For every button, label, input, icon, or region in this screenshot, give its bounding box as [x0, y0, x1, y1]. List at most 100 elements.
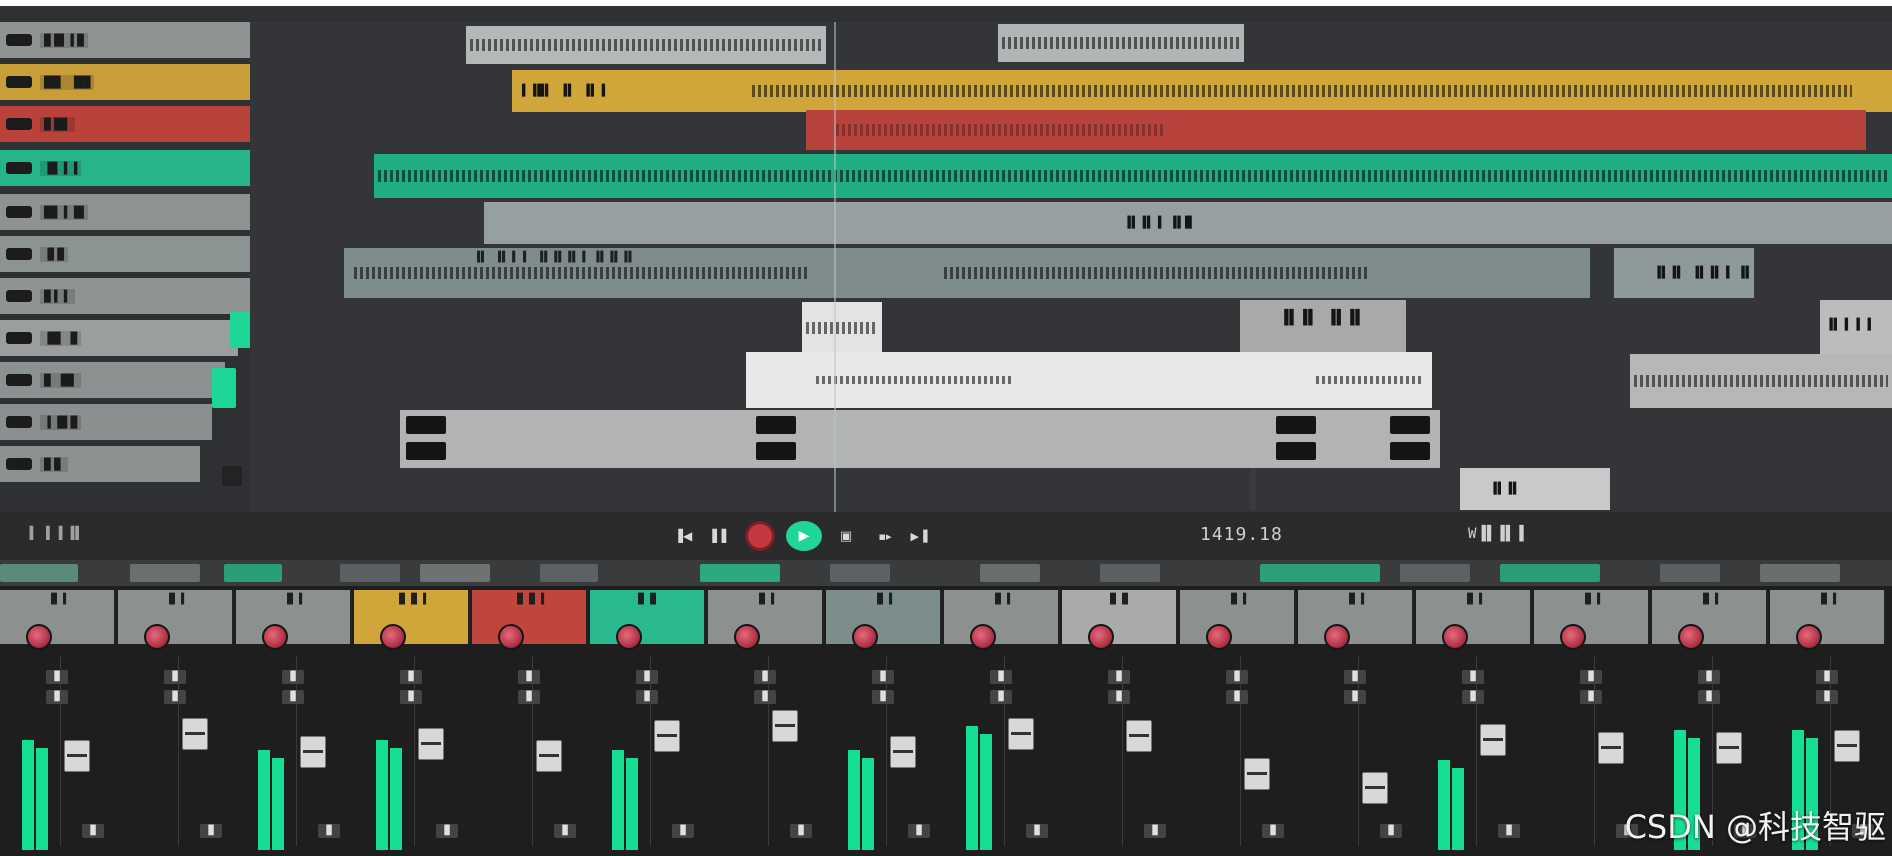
send-slot[interactable]	[1660, 564, 1720, 582]
track-row[interactable]: ██ ▌▐█	[0, 194, 270, 230]
volume-fader[interactable]	[1598, 732, 1624, 764]
volume-fader[interactable]	[890, 736, 916, 768]
channel-bottom-button[interactable]: ▐▌	[1262, 824, 1284, 838]
channel-strip-header[interactable]: ▐▌▐	[1534, 590, 1650, 644]
channel-strip-header[interactable]: ▐▌▐▌	[1062, 590, 1178, 644]
track-row[interactable]: ▐ █▌█	[0, 404, 212, 440]
channel-button[interactable]: ▐▌	[872, 670, 894, 684]
channel-bottom-button[interactable]: ▐▌	[82, 824, 104, 838]
channel-button[interactable]: ▐▌	[1226, 670, 1248, 684]
clip[interactable]	[746, 352, 1432, 408]
track-row[interactable]: ▐█ ▌▐	[0, 150, 285, 186]
pan-knob[interactable]	[262, 624, 288, 650]
channel-button[interactable]: ▐▌	[518, 670, 540, 684]
pan-knob[interactable]	[1678, 624, 1704, 650]
pan-knob[interactable]	[970, 624, 996, 650]
pan-knob[interactable]	[734, 624, 760, 650]
send-slot[interactable]	[1260, 564, 1380, 582]
pan-knob[interactable]	[26, 624, 52, 650]
send-slot[interactable]	[1400, 564, 1470, 582]
clip[interactable]	[806, 110, 1866, 150]
channel-strip-header[interactable]: ▐▌▐	[708, 590, 824, 644]
channel-button[interactable]: ▐▌	[990, 690, 1012, 704]
channel-strip-header[interactable]: ▐▌▐	[944, 590, 1060, 644]
send-slot[interactable]	[1100, 564, 1160, 582]
channel-bottom-button[interactable]: ▐▌	[672, 824, 694, 838]
clip[interactable]: ▐▌▐▌▐ ▐▌█	[484, 202, 1892, 244]
channel-button[interactable]: ▐▌	[1580, 670, 1602, 684]
volume-fader[interactable]	[300, 736, 326, 768]
clip[interactable]: ▐▌▐▌▐▌▐	[1250, 468, 1256, 510]
volume-fader[interactable]	[1126, 720, 1152, 752]
channel-bottom-button[interactable]: ▐▌	[436, 824, 458, 838]
channel-button[interactable]: ▐▌	[636, 670, 658, 684]
clip[interactable]: ▐▌▐▌	[1460, 468, 1610, 510]
channel-bottom-button[interactable]: ▐▌	[790, 824, 812, 838]
volume-fader[interactable]	[1480, 724, 1506, 756]
channel-button[interactable]: ▐▌	[400, 690, 422, 704]
clip[interactable]: ▐▌▐▌ ▐▌▐▌▐ ▐▌▐	[1614, 248, 1754, 298]
send-slot[interactable]	[420, 564, 490, 582]
channel-button[interactable]: ▐▌	[1462, 690, 1484, 704]
pan-knob[interactable]	[852, 624, 878, 650]
channel-button[interactable]: ▐▌	[1108, 690, 1130, 704]
channel-strip-header[interactable]: ▐▌▐▌	[590, 590, 706, 644]
rewind-button[interactable]: ▐◀	[674, 524, 692, 548]
channel-button[interactable]: ▐▌	[1226, 690, 1248, 704]
channel-bottom-button[interactable]: ▐▌	[200, 824, 222, 838]
channel-button[interactable]: ▐▌	[1344, 670, 1366, 684]
pan-knob[interactable]	[1560, 624, 1586, 650]
clip[interactable]	[374, 154, 1892, 198]
channel-button[interactable]: ▐▌	[46, 670, 68, 684]
channel-button[interactable]: ▐▌	[1580, 690, 1602, 704]
channel-strip-header[interactable]: ▐▌▐	[0, 590, 116, 644]
volume-fader[interactable]	[1834, 730, 1860, 762]
channel-button[interactable]: ▐▌	[1344, 690, 1366, 704]
clip[interactable]: ▐▌▐▌ ▐▌▐▌	[1240, 300, 1406, 354]
channel-strip-header[interactable]: ▐▌▐▌▐	[472, 590, 588, 644]
send-slot[interactable]	[1760, 564, 1840, 582]
channel-strip-header[interactable]: ▐▌▐	[118, 590, 234, 644]
channel-button[interactable]: ▐▌	[1462, 670, 1484, 684]
send-slot[interactable]	[0, 564, 78, 582]
track-record-led[interactable]	[212, 368, 236, 408]
channel-button[interactable]: ▐▌	[518, 690, 540, 704]
send-slot[interactable]	[700, 564, 780, 582]
volume-fader[interactable]	[64, 740, 90, 772]
pan-knob[interactable]	[1796, 624, 1822, 650]
channel-button[interactable]: ▐▌	[1816, 670, 1838, 684]
volume-fader[interactable]	[1362, 772, 1388, 804]
channel-button[interactable]: ▐▌	[636, 690, 658, 704]
send-slot[interactable]	[130, 564, 200, 582]
track-row[interactable]: █ ▐█▌	[0, 362, 225, 398]
clip[interactable]: ▐▌ ▐▌▐ ▌ ▐▌▐▌▐▌▐ ▐▌▐▌▐▌	[344, 248, 1590, 298]
volume-fader[interactable]	[1008, 718, 1034, 750]
channel-bottom-button[interactable]: ▐▌	[318, 824, 340, 838]
channel-strip-header[interactable]: ▐▌▐	[1770, 590, 1886, 644]
channel-bottom-button[interactable]: ▐▌	[908, 824, 930, 838]
pan-knob[interactable]	[1324, 624, 1350, 650]
channel-button[interactable]: ▐▌	[1108, 670, 1130, 684]
send-slot[interactable]	[830, 564, 890, 582]
clip[interactable]	[400, 410, 1440, 468]
channel-button[interactable]: ▐▌	[400, 670, 422, 684]
channel-bottom-button[interactable]: ▐▌	[1498, 824, 1520, 838]
channel-strip-header[interactable]: ▐▌▐	[826, 590, 942, 644]
channel-button[interactable]: ▐▌	[754, 690, 776, 704]
channel-bottom-button[interactable]: ▐▌	[1026, 824, 1048, 838]
channel-button[interactable]: ▐▌	[164, 670, 186, 684]
forward-button[interactable]: ▶▐	[910, 524, 928, 548]
channel-bottom-button[interactable]: ▐▌	[1144, 824, 1166, 838]
volume-fader[interactable]	[1716, 732, 1742, 764]
volume-fader[interactable]	[182, 718, 208, 750]
channel-strip-header[interactable]: ▐▌▐	[1416, 590, 1532, 644]
channel-strip-header[interactable]: ▐▌▐	[236, 590, 352, 644]
channel-strip-header[interactable]: ▐▌▐▌▐	[354, 590, 470, 644]
arrangement-timeline[interactable]: ▌▐█▌ ▐▌ ▐▌▐ ▐▌▐▌▐ ▐▌█ ▐▌ ▐▌▐ ▌ ▐▌▐▌▐▌▐ ▐…	[250, 22, 1892, 512]
channel-button[interactable]: ▐▌	[282, 690, 304, 704]
channel-strip-header[interactable]: ▐▌▐	[1298, 590, 1414, 644]
record-button[interactable]	[742, 521, 778, 551]
channel-button[interactable]: ▐▌	[164, 690, 186, 704]
volume-fader[interactable]	[772, 710, 798, 742]
track-mute-button[interactable]	[222, 466, 242, 486]
